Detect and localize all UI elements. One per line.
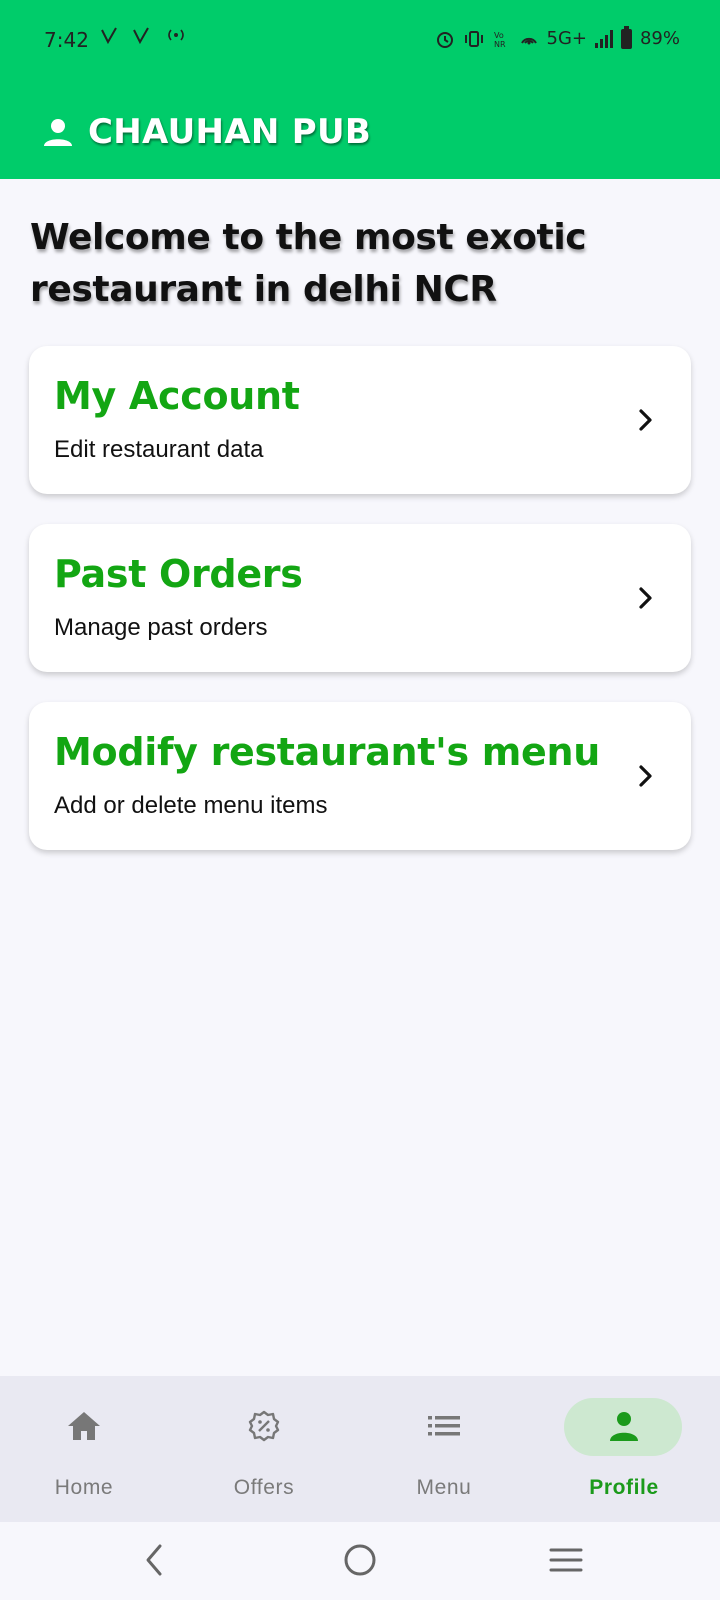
battery-icon [620,25,632,49]
vibrate-icon [464,30,483,47]
network-type: 5G+ [546,28,587,49]
chevron-right-icon [639,765,652,787]
back-icon[interactable] [140,1540,168,1580]
nav-item-menu[interactable]: Menu [360,1376,540,1522]
status-time: 7:42 [44,28,89,52]
wifi-calling-icon [520,37,537,44]
home-circle-icon[interactable] [340,1540,380,1580]
battery-percent: 89% [639,28,680,49]
svg-text:NR: NR [494,40,506,49]
person-icon [44,118,72,146]
system-navigation-bar [0,1522,720,1600]
recents-icon[interactable] [548,1540,584,1580]
chevron-right-icon [639,587,652,609]
profile-icon [610,1412,638,1441]
notification-check-icon [101,27,117,44]
menu-list-icon [428,1416,460,1436]
nav-label: Menu [416,1476,472,1499]
card-subtitle: Add or delete menu items [54,792,328,819]
chevron-right-icon [639,409,652,431]
hotspot-icon [168,29,184,41]
card-subtitle: Edit restaurant data [54,436,264,463]
nav-item-home[interactable]: Home [0,1376,180,1522]
card-title: My Account [54,374,300,418]
nav-item-profile[interactable]: Profile [540,1376,720,1522]
offers-icon [248,1410,280,1442]
nav-label: Home [54,1476,114,1499]
app-title: CHAUHAN PUB [88,111,372,152]
status-bar: 7:42 Vo NR 5G+ 89% [0,0,720,84]
nav-item-offers[interactable]: Offers [180,1376,360,1522]
volte-icon: VoNR [494,31,506,49]
alarm-icon [436,31,453,48]
svg-text:Vo: Vo [494,31,504,40]
signal-icon [594,29,613,48]
notification-check-icon [133,27,149,44]
card-title: Modify restaurant's menu [54,730,601,774]
card-subtitle: Manage past orders [54,614,268,641]
status-system-icons: Vo NR 5G+ 89% [435,25,680,49]
nav-label: Profile [589,1476,659,1499]
past-orders-card[interactable]: Past Orders Manage past orders [29,524,691,672]
welcome-heading: Welcome to the most exotic restaurant in… [30,217,587,310]
home-icon [68,1412,100,1440]
my-account-card[interactable]: My Account Edit restaurant data [29,346,691,494]
bottom-navigation: Home Offers Menu Profile [0,1376,720,1522]
card-title: Past Orders [54,552,303,596]
modify-menu-card[interactable]: Modify restaurant's menu Add or delete m… [29,702,691,850]
nav-label: Offers [233,1476,295,1499]
status-notification-icons [100,26,188,44]
app-bar: CHAUHAN PUB [0,84,720,179]
